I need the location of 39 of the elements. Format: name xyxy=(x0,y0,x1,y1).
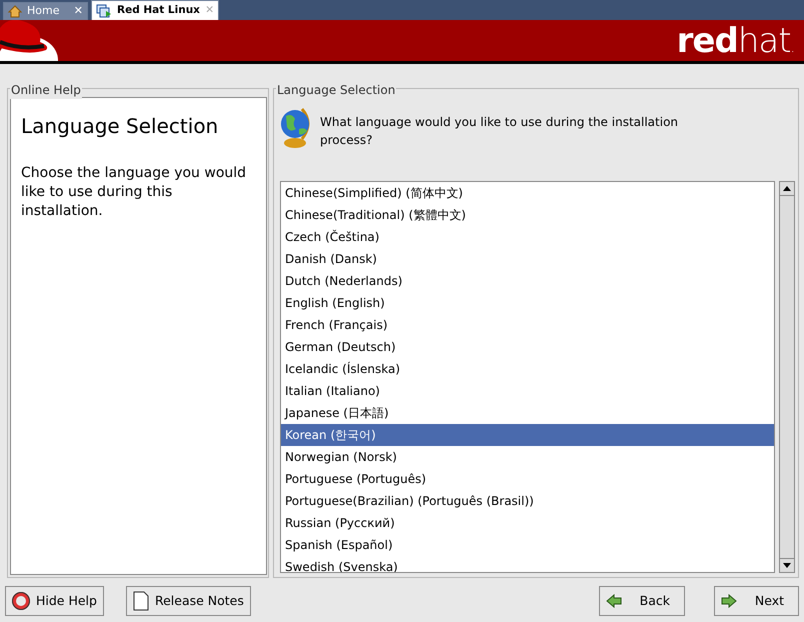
window-icon xyxy=(96,4,112,18)
left-arrow-icon xyxy=(606,594,622,608)
language-item[interactable]: Norwegian (Norsk) xyxy=(281,446,774,468)
language-item[interactable]: Spanish (Español) xyxy=(281,534,774,556)
help-text: Choose the language you would like to use during this installation. xyxy=(21,164,248,221)
language-item[interactable]: Japanese (日本語) xyxy=(281,402,774,424)
redhat-logo: redhat. xyxy=(676,24,794,58)
home-icon xyxy=(8,5,22,18)
tab-label: Red Hat Linux xyxy=(117,2,200,18)
help-heading: Language Selection xyxy=(21,114,220,138)
back-button[interactable]: Back xyxy=(599,586,685,616)
language-item[interactable]: Dutch (Nederlands) xyxy=(281,270,774,292)
language-item[interactable]: Icelandic (Íslenska) xyxy=(281,358,774,380)
language-item[interactable]: Portuguese(Brazilian) (Português (Brasil)) xyxy=(281,490,774,512)
tab-label: Home xyxy=(27,3,60,20)
tab[interactable]: Home ✕ xyxy=(3,2,88,20)
language-item[interactable]: German (Deutsch) xyxy=(281,336,774,358)
language-item[interactable]: Chinese(Simplified) (简体中文) xyxy=(281,182,774,204)
language-item[interactable]: Italian (Italiano) xyxy=(281,380,774,402)
language-prompt: What language would you like to use during the installation process? xyxy=(320,114,680,149)
language-item[interactable]: Danish (Dansk) xyxy=(281,248,774,270)
language-item[interactable]: Czech (Čeština) xyxy=(281,226,774,248)
language-item[interactable]: French (Français) xyxy=(281,314,774,336)
language-item[interactable]: Chinese(Traditional) (繁體中文) xyxy=(281,204,774,226)
language-item[interactable]: Portuguese (Português) xyxy=(281,468,774,490)
scroll-up-icon[interactable] xyxy=(783,186,791,191)
document-icon xyxy=(132,591,149,611)
next-button[interactable]: Next xyxy=(714,586,799,616)
language-item[interactable]: Russian (Русский) xyxy=(281,512,774,534)
close-icon[interactable]: ✕ xyxy=(74,3,83,20)
release-notes-button[interactable]: Release Notes xyxy=(126,586,251,616)
lifebuoy-icon xyxy=(12,592,30,610)
language-item[interactable]: English (English) xyxy=(281,292,774,314)
right-arrow-icon xyxy=(721,594,737,608)
tab[interactable]: Red Hat Linux ✕ xyxy=(91,0,219,20)
hide-help-button[interactable]: Hide Help xyxy=(5,586,104,616)
scrollbar[interactable] xyxy=(779,181,795,573)
scroll-down-icon[interactable] xyxy=(783,563,791,568)
language-item[interactable]: Korean (한국어) xyxy=(281,424,774,446)
